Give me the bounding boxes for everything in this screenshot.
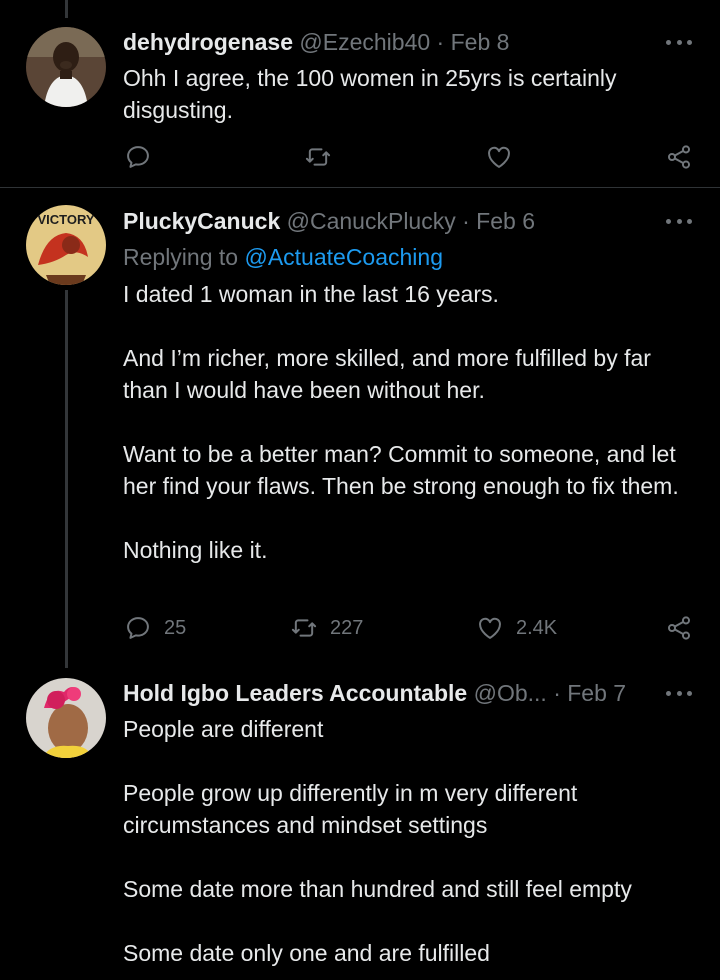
retweet-button[interactable] bbox=[304, 140, 332, 174]
tweet-date[interactable]: Feb 6 bbox=[476, 208, 535, 234]
tweet-paragraph: Ohh I agree, the 100 women in 25yrs is c… bbox=[123, 65, 617, 123]
avatar[interactable] bbox=[26, 27, 106, 107]
replying-prefix: Replying to bbox=[123, 244, 239, 270]
share-icon bbox=[667, 145, 691, 169]
avatar-poster: VICTORY bbox=[26, 205, 106, 285]
tweet-paragraph: I dated 1 woman in the last 16 years. bbox=[123, 281, 499, 307]
heart-icon bbox=[488, 146, 510, 168]
tweet-actions: 25 227 2.4K bbox=[0, 611, 720, 645]
retweet-icon bbox=[291, 619, 317, 637]
display-name[interactable]: PluckyCanuck bbox=[123, 208, 280, 234]
user-handle[interactable]: @CanuckPlucky bbox=[287, 208, 456, 234]
tweet-paragraph: And I’m richer, more skilled, and more f… bbox=[123, 345, 651, 403]
tweet-1[interactable]: dehydrogenase @Ezechib40 · Feb 8 Ohh I a… bbox=[0, 0, 720, 188]
heart-icon bbox=[479, 617, 501, 639]
user-handle[interactable]: @Ezechib40 bbox=[299, 29, 430, 55]
tweet-paragraph: Nothing like it. bbox=[123, 537, 268, 563]
avatar-photo bbox=[26, 27, 106, 107]
avatar-poster-text: VICTORY bbox=[37, 212, 94, 227]
tweet-header: Hold Igbo Leaders Accountable @Ob... · F… bbox=[123, 678, 650, 708]
more-icon[interactable] bbox=[666, 209, 692, 233]
retweet-count: 227 bbox=[330, 616, 364, 639]
like-button[interactable] bbox=[485, 140, 513, 174]
reply-icon bbox=[127, 617, 149, 639]
avatar[interactable] bbox=[26, 678, 106, 758]
more-icon[interactable] bbox=[666, 681, 692, 705]
retweet-icon bbox=[305, 148, 331, 166]
separator: · bbox=[436, 29, 445, 55]
tweet-paragraph: People are different bbox=[123, 716, 324, 742]
avatar-photo bbox=[26, 678, 106, 758]
tweet-date[interactable]: Feb 7 bbox=[567, 680, 626, 706]
reply-icon bbox=[127, 146, 149, 168]
tweet-body: People are different People grow up diff… bbox=[123, 713, 693, 969]
replying-to: Replying to @ActuateCoaching bbox=[123, 242, 443, 272]
tweet-actions bbox=[0, 140, 720, 174]
tweet-header: PluckyCanuck @CanuckPlucky · Feb 6 bbox=[123, 206, 650, 236]
reply-button[interactable]: 25 bbox=[124, 611, 186, 645]
like-button[interactable]: 2.4K bbox=[476, 611, 557, 645]
share-icon bbox=[667, 616, 691, 640]
tweet-body: Ohh I agree, the 100 women in 25yrs is c… bbox=[123, 62, 693, 126]
reply-button[interactable] bbox=[124, 140, 152, 174]
user-handle[interactable]: @Ob... bbox=[474, 680, 547, 706]
tweet-paragraph: Some date only one and are fulfilled bbox=[123, 940, 490, 966]
share-button[interactable] bbox=[665, 140, 693, 174]
tweet-paragraph: Some date more than hundred and still fe… bbox=[123, 876, 632, 902]
thread-connector bbox=[65, 290, 68, 668]
display-name[interactable]: Hold Igbo Leaders Accountable bbox=[123, 680, 467, 706]
display-name[interactable]: dehydrogenase bbox=[123, 29, 293, 55]
like-count: 2.4K bbox=[516, 616, 558, 639]
tweet-2[interactable]: VICTORY PluckyCanuck @CanuckPlucky · Feb… bbox=[0, 188, 720, 668]
tweet-paragraph: People grow up differently in m very dif… bbox=[123, 780, 578, 838]
share-button[interactable] bbox=[665, 611, 693, 645]
separator: · bbox=[553, 680, 561, 706]
tweet-header: dehydrogenase @Ezechib40 · Feb 8 bbox=[123, 27, 650, 57]
tweet-body: I dated 1 woman in the last 16 years. An… bbox=[123, 278, 693, 566]
reply-count: 25 bbox=[164, 616, 187, 639]
separator: · bbox=[462, 208, 470, 234]
avatar[interactable]: VICTORY bbox=[26, 205, 106, 285]
tweet-paragraph: Want to be a better man? Commit to someo… bbox=[123, 441, 679, 499]
tweet-3[interactable]: Hold Igbo Leaders Accountable @Ob... · F… bbox=[0, 668, 720, 980]
tweet-date[interactable]: Feb 8 bbox=[451, 29, 510, 55]
replying-mention-link[interactable]: @ActuateCoaching bbox=[244, 244, 443, 270]
more-icon[interactable] bbox=[666, 30, 692, 54]
retweet-button[interactable]: 227 bbox=[290, 611, 363, 645]
